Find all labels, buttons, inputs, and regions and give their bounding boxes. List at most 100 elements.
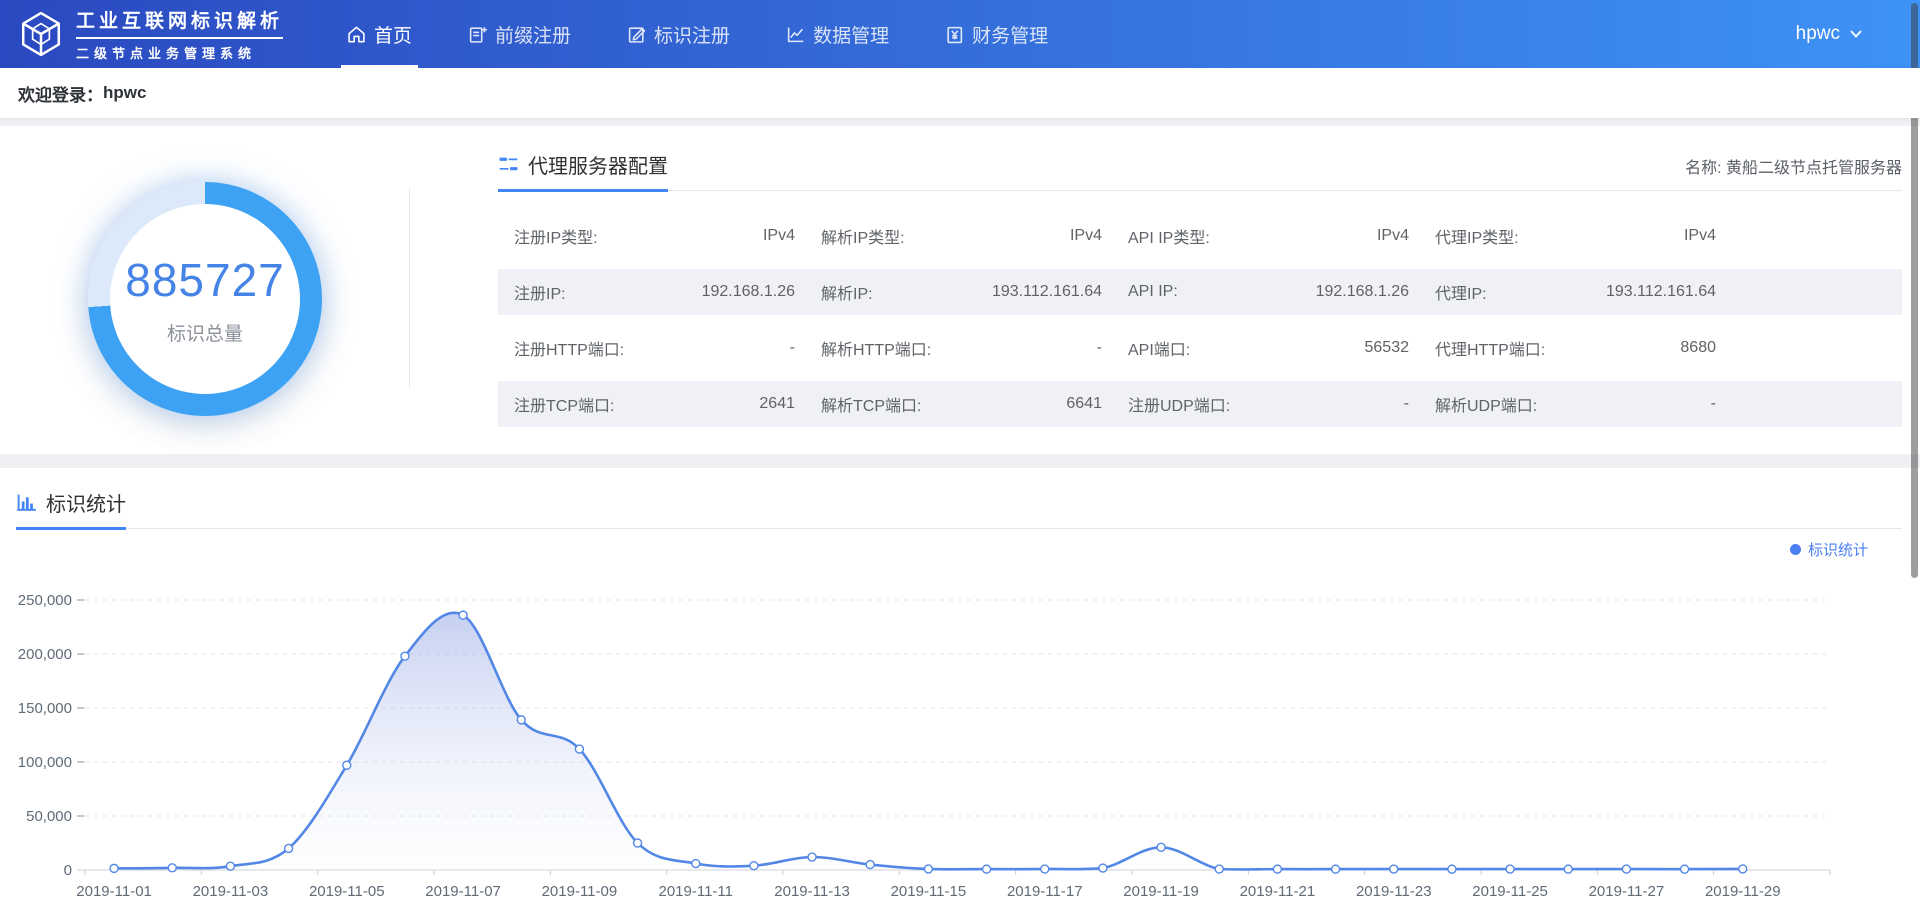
- home-icon: [347, 25, 366, 44]
- config-cell: 解析IP类型:IPv4: [821, 224, 1102, 248]
- config-value: -: [790, 339, 795, 357]
- data-point[interactable]: [110, 864, 118, 872]
- data-point[interactable]: [459, 611, 467, 619]
- x-axis-label: 2019-11-11: [658, 883, 733, 900]
- finance-management-icon: [945, 25, 964, 44]
- identity-total-label: 标识总量: [167, 319, 243, 346]
- app-logo: 工业互联网标识解析 二级节点业务管理系统: [0, 0, 305, 68]
- config-value: 56532: [1365, 339, 1410, 357]
- data-point[interactable]: [634, 839, 642, 847]
- data-point[interactable]: [1332, 865, 1340, 873]
- config-value: 193.112.161.64: [1606, 283, 1716, 301]
- server-config-icon: [498, 154, 519, 175]
- data-point[interactable]: [1506, 865, 1514, 873]
- data-point[interactable]: [285, 844, 293, 852]
- data-point[interactable]: [1739, 865, 1747, 873]
- config-value: IPv4: [1070, 227, 1102, 245]
- welcome-username: hpwc: [103, 83, 146, 103]
- data-point[interactable]: [168, 864, 176, 872]
- x-axis-label: 2019-11-23: [1356, 883, 1432, 900]
- config-label: 解析TCP端口:: [821, 392, 921, 416]
- x-axis-label: 2019-11-15: [891, 883, 967, 900]
- data-point[interactable]: [517, 716, 525, 724]
- data-point[interactable]: [575, 745, 583, 753]
- welcome-label: 欢迎登录：: [18, 81, 103, 106]
- config-cell: 注册UDP端口:-: [1128, 392, 1409, 416]
- x-axis-label: 2019-11-29: [1705, 883, 1781, 900]
- data-point[interactable]: [343, 761, 351, 769]
- x-axis-label: 2019-11-27: [1589, 883, 1665, 900]
- nav-item-4[interactable]: 财务管理: [939, 0, 1054, 68]
- proxy-config-table: 注册IP类型:IPv4解析IP类型:IPv4API IP类型:IPv4代理IP类…: [498, 213, 1902, 427]
- data-point[interactable]: [1215, 865, 1223, 873]
- nav-menu: 首页前缀注册标识注册数据管理财务管理: [319, 0, 1076, 68]
- nav-item-1[interactable]: 前缀注册: [462, 0, 577, 68]
- config-row: 注册TCP端口:2641解析TCP端口:6641注册UDP端口:-解析UDP端口…: [498, 381, 1902, 427]
- proxy-config-panel: 代理服务器配置 名称: 黄船二级节点托管服务器 注册IP类型:IPv4解析IP类…: [410, 126, 1920, 454]
- x-axis-label: 2019-11-21: [1240, 883, 1316, 900]
- data-point[interactable]: [1099, 864, 1107, 872]
- config-row: 注册HTTP端口: - 解析HTTP端口:- API端口:56532 代理HTTP端口:…: [498, 325, 1902, 371]
- config-label: API IP类型:: [1128, 224, 1210, 248]
- proxy-config-title: 代理服务器配置: [498, 150, 668, 192]
- nav-item-3[interactable]: 数据管理: [780, 0, 895, 68]
- nav-item-2[interactable]: 标识注册: [621, 0, 736, 68]
- proxy-config-header: 代理服务器配置 名称: 黄船二级节点托管服务器: [498, 150, 1902, 191]
- data-management-icon: [786, 25, 805, 44]
- data-point[interactable]: [750, 862, 758, 870]
- config-value: 8680: [1680, 339, 1716, 357]
- config-cell: 代理HTTP端口: 8680: [1435, 336, 1716, 360]
- data-point[interactable]: [692, 860, 700, 868]
- y-axis-label: 0: [64, 862, 72, 879]
- identity-trend-chart[interactable]: 050,000100,000150,000200,000250,0002019-…: [0, 560, 1920, 915]
- config-label: 注册IP类型:: [514, 224, 598, 248]
- data-point[interactable]: [924, 865, 932, 873]
- welcome-bar: 欢迎登录： hpwc: [0, 68, 1920, 118]
- config-value: IPv4: [1684, 227, 1716, 245]
- data-point[interactable]: [401, 652, 409, 660]
- overview-card: 885727 标识总量 代理服务器配置 名称: 黄船二级节点托管服务器 注册IP: [0, 126, 1920, 454]
- config-label: 代理HTTP端口:: [1435, 336, 1545, 360]
- stats-title: 标识统计: [16, 488, 126, 530]
- config-label: 代理IP:: [1435, 280, 1487, 304]
- legend-dot: [1790, 544, 1801, 555]
- config-cell: 解析IP:193.112.161.64: [821, 280, 1102, 304]
- nav-item-home[interactable]: 首页: [341, 0, 418, 68]
- config-value: -: [1711, 395, 1716, 413]
- data-point[interactable]: [808, 853, 816, 861]
- x-axis-label: 2019-11-17: [1007, 883, 1083, 900]
- line-chart-svg: 050,000100,000150,000200,000250,0002019-…: [0, 560, 1905, 912]
- config-label: 注册HTTP端口:: [514, 336, 624, 360]
- config-value: IPv4: [763, 227, 795, 245]
- data-point[interactable]: [1273, 865, 1281, 873]
- config-value: 192.168.1.26: [1316, 283, 1409, 301]
- y-axis-label: 100,000: [18, 754, 72, 771]
- user-menu[interactable]: hpwc: [1796, 0, 1920, 68]
- config-cell: 解析UDP端口:-: [1435, 392, 1716, 416]
- config-cell: API端口:56532: [1128, 336, 1409, 360]
- data-point[interactable]: [226, 862, 234, 870]
- data-point[interactable]: [1041, 865, 1049, 873]
- data-point[interactable]: [866, 861, 874, 869]
- top-navbar: 工业互联网标识解析 二级节点业务管理系统 首页前缀注册标识注册数据管理财务管理 …: [0, 0, 1920, 68]
- data-point[interactable]: [1622, 865, 1630, 873]
- x-axis-label: 2019-11-13: [774, 883, 850, 900]
- data-point[interactable]: [1448, 865, 1456, 873]
- identity-total-panel: 885727 标识总量: [0, 126, 410, 454]
- config-row: 注册IP:192.168.1.26解析IP:193.112.161.64API …: [498, 269, 1902, 315]
- config-cell: 解析TCP端口:6641: [821, 392, 1102, 416]
- user-name: hpwc: [1796, 23, 1840, 45]
- data-point[interactable]: [1157, 843, 1165, 851]
- x-axis-label: 2019-11-25: [1472, 883, 1548, 900]
- cube-logo-icon: [18, 11, 64, 57]
- config-cell: 解析HTTP端口:-: [821, 336, 1102, 360]
- data-point[interactable]: [1390, 865, 1398, 873]
- data-point[interactable]: [1681, 865, 1689, 873]
- bar-chart-icon: [16, 492, 37, 513]
- chevron-down-icon: [1848, 26, 1864, 42]
- data-point[interactable]: [1564, 865, 1572, 873]
- config-cell: 代理IP: 193.112.161.64: [1435, 280, 1716, 304]
- config-value: IPv4: [1377, 227, 1409, 245]
- data-point[interactable]: [983, 865, 991, 873]
- legend-item-identity-stats[interactable]: 标识统计: [1790, 539, 1868, 560]
